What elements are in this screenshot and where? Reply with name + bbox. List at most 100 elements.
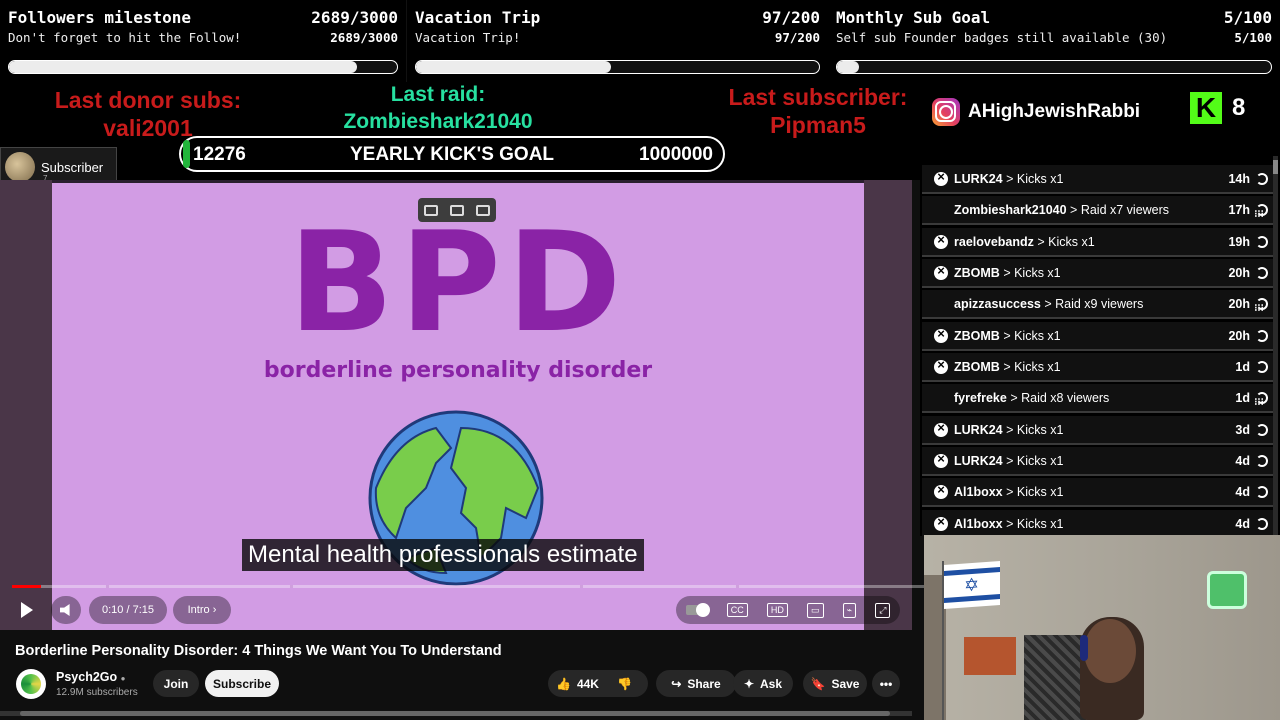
goal-progress-bar xyxy=(415,60,820,74)
video-title: Borderline Personality Disorder: 4 Thing… xyxy=(15,643,502,659)
instagram-handle: AHighJewishRabbi xyxy=(932,98,1140,126)
play-button[interactable] xyxy=(12,596,42,624)
subscriber-avatar xyxy=(5,152,35,182)
last-subscriber-label: Last subscriber: xyxy=(728,84,908,110)
replay-icon[interactable] xyxy=(1256,360,1268,373)
yearly-goal-bar: 12276 YEARLY KICK'S GOAL 1000000 xyxy=(179,136,725,172)
last-subscriber-name: Pipman5 xyxy=(770,112,866,138)
event-row: LURK24 > Kicks x13d xyxy=(922,416,1274,445)
autoplay-toggle[interactable] xyxy=(685,603,710,617)
goal-value-small: 5/100 xyxy=(1234,30,1272,45)
chevron-right-icon: › xyxy=(212,604,217,616)
chapter-marker xyxy=(580,585,583,588)
chapter-label: Intro xyxy=(187,604,210,616)
kick-event-icon xyxy=(934,326,948,343)
yearly-goal-target: 1000000 xyxy=(639,144,713,165)
event-feed-scrollbar-thumb[interactable] xyxy=(1273,160,1278,174)
kick-viewers: K 8 xyxy=(1190,92,1245,124)
event-row: ZBOMB > Kicks x120h xyxy=(922,259,1274,288)
goal-followers: Followers milestone 2689/3000 Don't forg… xyxy=(0,0,406,82)
subscribe-button[interactable]: Subscribe xyxy=(205,670,279,697)
fullscreen-icon[interactable]: ⤢ xyxy=(875,602,891,618)
share-button[interactable]: ↪ Share xyxy=(656,670,736,697)
cast-icon[interactable]: ⌁ xyxy=(842,602,857,618)
goal-value: 2689/3000 xyxy=(311,8,398,27)
goal-subtitle: Self sub Founder badges still available … xyxy=(836,30,1168,45)
channel-avatar[interactable] xyxy=(16,669,46,699)
join-button[interactable]: Join xyxy=(153,670,199,697)
kick-event-icon xyxy=(934,514,948,531)
kick-event-icon xyxy=(934,482,948,499)
video-right-band xyxy=(864,180,912,630)
kick-viewer-count: 8 xyxy=(1232,94,1246,121)
replay-icon[interactable] xyxy=(1256,454,1268,467)
goal-title: Monthly Sub Goal xyxy=(836,8,991,27)
captions-button[interactable]: CC xyxy=(726,603,748,617)
event-row: Zombieshark21040 > Raid x7 viewers17h xyxy=(922,196,1274,228)
chapter-marker xyxy=(106,585,109,588)
play-icon xyxy=(21,602,33,618)
goal-monthly-sub: Monthly Sub Goal 5/100 Self sub Founder … xyxy=(828,0,1280,82)
ask-label: Ask xyxy=(760,676,783,691)
save-button[interactable]: 🔖 Save xyxy=(803,670,867,697)
raid-event-icon xyxy=(1252,389,1266,416)
event-feed-scrollbar[interactable] xyxy=(1273,156,1278,536)
video-bpd-subtitle: borderline personality disorder xyxy=(263,358,653,383)
goal-progress-fill xyxy=(416,61,612,73)
event-row: Al1boxx > Kicks x14d xyxy=(922,510,1274,536)
goal-progress-fill xyxy=(9,61,357,73)
volume-icon xyxy=(60,604,70,616)
save-label: Save xyxy=(831,676,860,691)
goal-value-small: 2689/3000 xyxy=(330,30,398,45)
more-button[interactable]: ••• xyxy=(872,670,900,697)
channel-name[interactable]: Psych2Go ● xyxy=(56,670,125,684)
like-button[interactable]: 👍 44K 👎 xyxy=(548,670,648,697)
raid-event-icon xyxy=(1252,201,1266,228)
goal-progress-fill xyxy=(837,61,859,73)
instagram-icon xyxy=(932,98,960,126)
ask-button[interactable]: ✦ Ask xyxy=(733,670,793,697)
replay-icon[interactable] xyxy=(1256,517,1268,530)
kick-event-icon xyxy=(934,263,948,280)
replay-icon[interactable] xyxy=(1256,266,1268,279)
miniplayer-icon[interactable]: ▭ xyxy=(806,602,824,618)
replay-icon[interactable] xyxy=(1256,329,1268,342)
video-time: 0:10 / 7:15 xyxy=(89,596,167,624)
verified-icon: ● xyxy=(120,674,126,683)
subscriber-label: Subscriber xyxy=(41,159,104,175)
last-subscriber: Last subscriber: Pipman5 xyxy=(702,83,934,139)
event-feed: LURK24 > Kicks x114h Zombieshark21040 > … xyxy=(920,156,1280,536)
kick-event-icon xyxy=(934,451,948,468)
video-bpd-title: BPD xyxy=(288,202,628,363)
goal-title: Vacation Trip xyxy=(415,8,541,27)
settings-button[interactable]: HD xyxy=(766,603,788,617)
video-progress-played xyxy=(12,585,41,588)
thumbs-down-icon[interactable]: 👎 xyxy=(617,677,632,691)
kick-event-icon xyxy=(934,232,948,249)
event-row: LURK24 > Kicks x114h xyxy=(922,165,1274,194)
video-left-band xyxy=(0,180,52,630)
kick-event-icon xyxy=(934,357,948,374)
chapter-button[interactable]: Intro › xyxy=(173,596,231,624)
replay-icon[interactable] xyxy=(1256,235,1268,248)
goal-value: 97/200 xyxy=(762,8,820,27)
raid-event-icon xyxy=(1252,295,1266,322)
kick-icon: K xyxy=(1190,92,1222,124)
replay-icon[interactable] xyxy=(1256,485,1268,498)
page-scrollbar-thumb[interactable] xyxy=(20,711,890,716)
replay-icon[interactable] xyxy=(1256,423,1268,436)
event-row: ZBOMB > Kicks x11d xyxy=(922,353,1274,382)
page-scrollbar[interactable] xyxy=(0,711,912,716)
video-controls: 0:10 / 7:15 Intro › CC HD ▭ ⌁ ⤢ xyxy=(0,596,912,624)
replay-icon[interactable] xyxy=(1256,172,1268,185)
goal-title: Followers milestone xyxy=(8,8,192,27)
chapter-marker xyxy=(736,585,739,588)
goal-vacation: Vacation Trip 97/200 Vacation Trip! 97/2… xyxy=(406,0,828,82)
headset-icon xyxy=(1080,635,1088,661)
green-lamp xyxy=(1207,571,1247,609)
volume-button[interactable] xyxy=(51,596,81,624)
share-label: Share xyxy=(687,676,721,691)
event-row: Al1boxx > Kicks x14d xyxy=(922,478,1274,507)
instagram-name: AHighJewishRabbi xyxy=(968,101,1141,122)
chapter-marker xyxy=(290,585,293,588)
